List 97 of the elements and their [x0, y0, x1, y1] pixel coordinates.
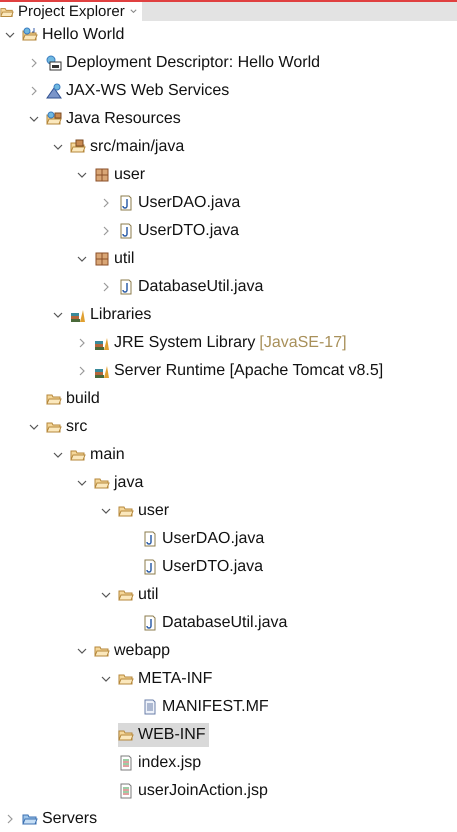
item-label: webapp	[114, 641, 170, 661]
tree-item[interactable]: DatabaseUtil.java	[142, 611, 290, 635]
java-file-icon	[118, 279, 134, 295]
collapsed-chevron-icon[interactable]	[29, 86, 39, 96]
item-label: UserDTO.java	[162, 557, 264, 577]
expanded-chevron-icon[interactable]	[77, 254, 87, 264]
collapsed-chevron-icon[interactable]	[5, 814, 15, 824]
tree-item[interactable]: UserDAO.java	[142, 527, 268, 551]
view-menu-chevron-icon[interactable]	[128, 7, 138, 16]
item-label: src	[66, 417, 88, 437]
tree-item[interactable]: UserDAO.java	[118, 191, 244, 215]
tree-item[interactable]: main	[70, 443, 128, 467]
package-icon	[94, 167, 110, 183]
expanded-chevron-icon[interactable]	[101, 506, 111, 516]
expanded-chevron-icon[interactable]	[53, 142, 63, 152]
item-label: userJoinAction.jsp	[138, 781, 268, 801]
item-label: Deployment Descriptor: Hello World	[66, 53, 320, 73]
item-label: util	[138, 585, 158, 605]
java-file-icon	[118, 223, 134, 239]
tree-item[interactable]: util	[94, 247, 138, 271]
item-label: UserDAO.java	[138, 193, 240, 213]
item-label: WEB-INF	[138, 725, 206, 745]
tree-item[interactable]: Hello World	[22, 23, 128, 47]
tree-item[interactable]: JAX-WS Web Services	[46, 79, 232, 103]
item-label: Hello World	[42, 25, 124, 45]
tree-item[interactable]: user	[94, 163, 148, 187]
expanded-chevron-icon[interactable]	[29, 422, 39, 432]
collapsed-chevron-icon[interactable]	[77, 366, 87, 376]
tree-item[interactable]: UserDTO.java	[142, 555, 266, 579]
item-label: META-INF	[138, 669, 212, 689]
jsp-file-icon	[118, 783, 134, 799]
tree-item[interactable]: build	[46, 387, 103, 411]
tree-item[interactable]: Servers	[22, 807, 100, 831]
item-label: Server Runtime [Apache Tomcat v8.5]	[114, 361, 384, 381]
tree-item[interactable]: index.jsp	[118, 751, 204, 775]
descriptor-icon	[46, 55, 62, 71]
tree-item[interactable]: DatabaseUtil.java	[118, 275, 266, 299]
item-label: java	[114, 473, 144, 493]
text-file-icon	[142, 699, 158, 715]
expanded-chevron-icon[interactable]	[5, 30, 15, 40]
tree-item[interactable]: Server Runtime [Apache Tomcat v8.5]	[94, 359, 386, 383]
item-label: Java Resources	[66, 109, 181, 129]
collapsed-chevron-icon[interactable]	[101, 282, 111, 292]
expanded-chevron-icon[interactable]	[101, 674, 111, 684]
item-label: user	[138, 501, 170, 521]
item-label: src/main/java	[90, 137, 184, 157]
tree-item[interactable]: MANIFEST.MF	[142, 695, 272, 719]
item-label: MANIFEST.MF	[162, 697, 269, 717]
item-decoration: [JavaSE-17]	[259, 333, 347, 353]
tree-item[interactable]: userJoinAction.jsp	[118, 779, 271, 803]
tree-item[interactable]: src/main/java	[70, 135, 188, 159]
expanded-chevron-icon[interactable]	[77, 646, 87, 656]
tree-item[interactable]: user	[118, 499, 172, 523]
expanded-chevron-icon[interactable]	[77, 170, 87, 180]
collapsed-chevron-icon[interactable]	[77, 338, 87, 348]
collapsed-chevron-icon[interactable]	[29, 58, 39, 68]
tree-item[interactable]: JRE System Library [JavaSE-17]	[94, 331, 350, 355]
item-label: UserDAO.java	[162, 529, 264, 549]
source-folder-icon	[70, 139, 86, 155]
tree-item[interactable]: util	[118, 583, 162, 607]
expanded-chevron-icon[interactable]	[53, 310, 63, 320]
expanded-chevron-icon[interactable]	[101, 590, 111, 600]
item-label: user	[114, 165, 146, 185]
java-file-icon	[142, 531, 158, 547]
item-label: util	[114, 249, 134, 269]
java-file-icon	[118, 195, 134, 211]
tree-item[interactable]: Java Resources	[46, 107, 184, 131]
tree-item[interactable]: META-INF	[118, 667, 216, 691]
tree-item[interactable]: Deployment Descriptor: Hello World	[46, 51, 324, 75]
jsp-file-icon	[118, 755, 134, 771]
resources-folder-icon	[46, 111, 62, 127]
collapsed-chevron-icon[interactable]	[101, 226, 111, 236]
tree-item[interactable]: WEB-INF	[118, 723, 209, 747]
tree-item[interactable]: webapp	[94, 639, 174, 663]
item-label: DatabaseUtil.java	[138, 277, 264, 297]
collapsed-chevron-icon[interactable]	[101, 198, 111, 208]
item-label: Libraries	[90, 305, 152, 325]
project-folder-icon	[22, 27, 38, 43]
item-label: JAX-WS Web Services	[66, 81, 230, 101]
item-label: build	[66, 389, 100, 409]
item-label: Servers	[42, 809, 98, 829]
item-label: index.jsp	[138, 753, 202, 773]
item-label: UserDTO.java	[138, 221, 240, 241]
expanded-chevron-icon[interactable]	[29, 114, 39, 124]
package-icon	[94, 251, 110, 267]
tree-item[interactable]: UserDTO.java	[118, 219, 242, 243]
expanded-chevron-icon[interactable]	[77, 478, 87, 488]
tree-item[interactable]: java	[94, 471, 146, 495]
item-label: main	[90, 445, 125, 465]
expanded-chevron-icon[interactable]	[53, 450, 63, 460]
web-services-icon	[46, 83, 62, 99]
java-file-icon	[142, 615, 158, 631]
item-label: JRE System Library	[114, 333, 256, 353]
tree-item[interactable]: src	[46, 415, 90, 439]
java-file-icon	[142, 559, 158, 575]
tree-item[interactable]: Libraries	[70, 303, 154, 327]
item-label: DatabaseUtil.java	[162, 613, 288, 633]
